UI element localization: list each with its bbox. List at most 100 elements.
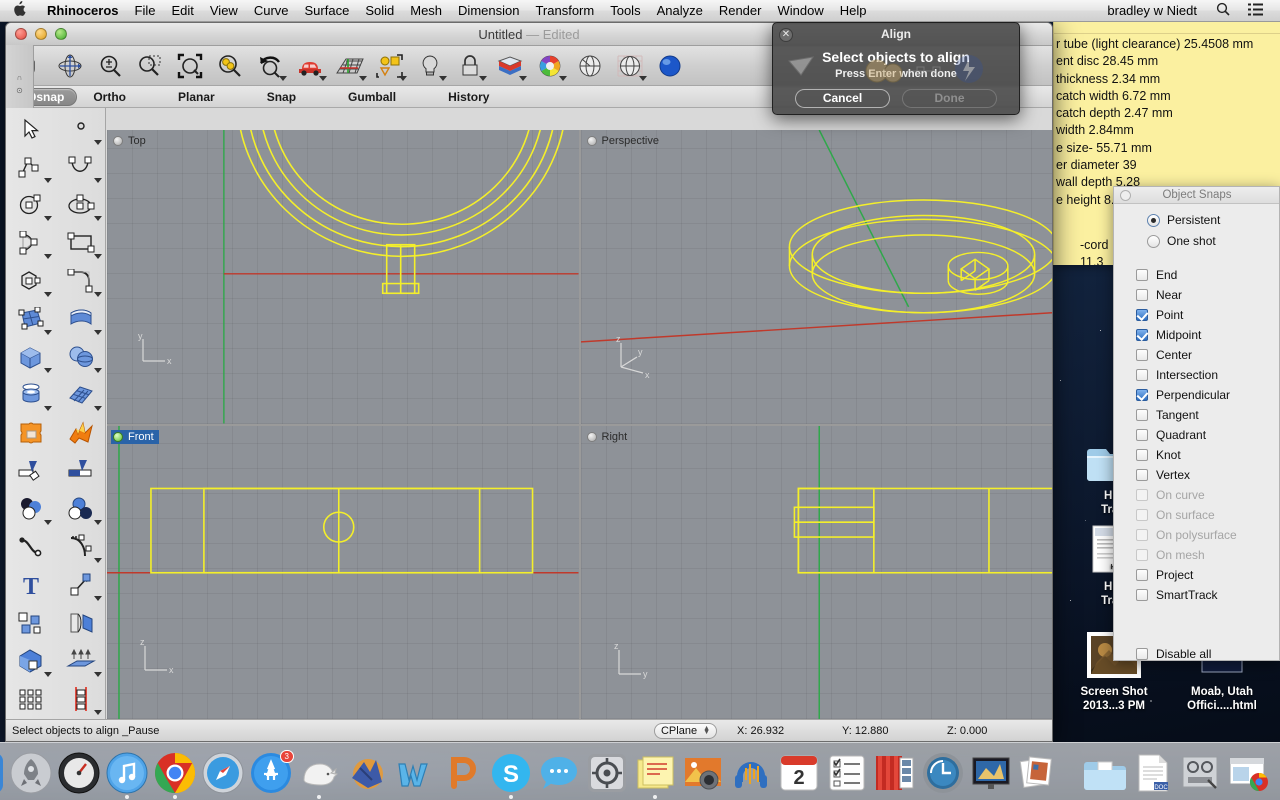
chevron-down-icon[interactable] xyxy=(319,75,327,81)
osnap-checkbox-tangent[interactable]: Tangent xyxy=(1136,405,1279,425)
select-arrow-tool[interactable] xyxy=(6,110,56,148)
osnap-checkbox-project[interactable]: Project xyxy=(1136,565,1279,585)
osnap-mode-persistent[interactable]: Persistent xyxy=(1147,213,1279,227)
menu-tools[interactable]: Tools xyxy=(602,0,648,22)
stepper-icon[interactable]: ▲ ▼ xyxy=(703,725,710,736)
dock-word[interactable] xyxy=(394,752,436,794)
osnap-checkbox-quadrant[interactable]: Quadrant xyxy=(1136,425,1279,445)
chevron-down-icon[interactable] xyxy=(44,672,52,677)
planar-toggle[interactable]: Planar xyxy=(178,90,215,104)
cylinder-solid-tool[interactable] xyxy=(6,376,56,414)
checkbox-icon[interactable] xyxy=(1136,269,1148,281)
checkbox-icon[interactable] xyxy=(1136,569,1148,581)
checkbox-icon[interactable] xyxy=(1136,449,1148,461)
grid-options-tool[interactable] xyxy=(330,47,370,85)
chevron-down-icon[interactable] xyxy=(639,75,647,81)
rendered-display-tool[interactable] xyxy=(650,47,690,85)
dock-itunes[interactable] xyxy=(106,752,148,799)
radio-icon[interactable] xyxy=(1147,213,1160,227)
chevron-down-icon[interactable] xyxy=(94,292,102,297)
boolean-difference-tool[interactable] xyxy=(56,490,106,528)
chevron-down-icon[interactable] xyxy=(94,368,102,373)
polyline-tool[interactable] xyxy=(6,148,56,186)
menu-bar-user-name[interactable]: bradley w Niedt xyxy=(1097,3,1207,18)
dock-stickies[interactable] xyxy=(634,752,676,799)
menu-edit[interactable]: Edit xyxy=(163,0,201,22)
chevron-down-icon[interactable] xyxy=(94,178,102,183)
dock-calendar[interactable]: 2 xyxy=(778,752,820,794)
panel-close-icon[interactable] xyxy=(1120,189,1131,201)
chevron-down-icon[interactable] xyxy=(94,710,102,715)
layer-tool[interactable] xyxy=(490,47,530,85)
ghosted-display-tool[interactable] xyxy=(610,47,650,85)
mesh-tool[interactable] xyxy=(56,376,106,414)
checkbox-icon[interactable] xyxy=(1136,369,1148,381)
curve-tools-tool[interactable] xyxy=(56,528,106,566)
chevron-down-icon[interactable] xyxy=(44,406,52,411)
dock-photo-booth[interactable] xyxy=(874,752,916,794)
viewport-menu-dot-icon[interactable] xyxy=(586,136,597,146)
chevron-down-icon[interactable] xyxy=(44,368,52,373)
osnap-checkbox-intersection[interactable]: Intersection xyxy=(1136,365,1279,385)
osnap-checkbox-disable-all[interactable]: Disable all xyxy=(1136,644,1279,664)
dock-iphoto[interactable] xyxy=(682,752,724,794)
viewport-front[interactable]: Front zx xyxy=(107,425,579,719)
menu-curve[interactable]: Curve xyxy=(246,0,297,22)
menu-view[interactable]: View xyxy=(202,0,246,22)
chevron-down-icon[interactable] xyxy=(44,330,52,335)
named-views-tool[interactable] xyxy=(290,47,330,85)
dock-chrome[interactable] xyxy=(154,752,196,799)
dock-system-preferences[interactable] xyxy=(586,752,628,794)
radio-icon[interactable] xyxy=(1147,234,1160,248)
selection-filter-tool[interactable] xyxy=(370,47,410,85)
menu-analyze[interactable]: Analyze xyxy=(649,0,711,22)
dock-keynote[interactable] xyxy=(970,752,1012,794)
osnap-checkbox-point[interactable]: Point xyxy=(1136,305,1279,325)
viewport-right-label[interactable]: Right xyxy=(585,430,633,444)
sticky-note-header[interactable] xyxy=(1054,22,1280,34)
surface-from-points-tool[interactable] xyxy=(6,300,56,338)
chevron-down-icon[interactable] xyxy=(359,75,367,81)
osnap-checkbox-smarttrack[interactable]: SmartTrack xyxy=(1136,585,1279,605)
chevron-down-icon[interactable] xyxy=(94,558,102,563)
box-solid-tool[interactable] xyxy=(6,338,56,376)
sphere-solid-tool[interactable] xyxy=(56,338,106,376)
close-icon[interactable]: ✕ xyxy=(779,28,793,42)
osnap-checkbox-vertex[interactable]: Vertex xyxy=(1136,465,1279,485)
zoom-extents-tool[interactable] xyxy=(170,47,210,85)
viewport-top[interactable]: Top yx xyxy=(107,130,579,424)
lock-tool[interactable] xyxy=(450,47,490,85)
chevron-down-icon[interactable] xyxy=(44,520,52,525)
menu-window[interactable]: Window xyxy=(769,0,831,22)
zoom-in-out-tool[interactable] xyxy=(90,47,130,85)
chevron-down-icon[interactable] xyxy=(94,672,102,677)
viewport-perspective-label[interactable]: Perspective xyxy=(585,134,664,148)
viewport-perspective[interactable]: Perspective z y x xyxy=(580,130,1052,424)
chevron-down-icon[interactable] xyxy=(399,75,407,81)
extrude-surface-tool[interactable] xyxy=(56,300,106,338)
osnap-checkbox-end[interactable]: End xyxy=(1136,265,1279,285)
viewport-menu-dot-icon[interactable] xyxy=(586,431,597,442)
menu-mesh[interactable]: Mesh xyxy=(402,0,450,22)
chevron-down-icon[interactable] xyxy=(94,140,102,145)
osnap-checkbox-center[interactable]: Center xyxy=(1136,345,1279,365)
chevron-down-icon[interactable] xyxy=(44,292,52,297)
circle-tool[interactable] xyxy=(6,186,56,224)
osnap-checkbox-near[interactable]: Near xyxy=(1136,285,1279,305)
chevron-down-icon[interactable] xyxy=(94,330,102,335)
rotate-view-tool[interactable] xyxy=(50,47,90,85)
chevron-down-icon[interactable] xyxy=(94,520,102,525)
chevron-down-icon[interactable] xyxy=(44,178,52,183)
menu-surface[interactable]: Surface xyxy=(297,0,358,22)
chevron-down-icon[interactable] xyxy=(519,75,527,81)
arc-triangle-tool[interactable] xyxy=(6,224,56,262)
dock-messages[interactable] xyxy=(538,752,580,794)
menu-file[interactable]: File xyxy=(127,0,164,22)
checkbox-icon[interactable] xyxy=(1136,309,1148,321)
osnap-checkbox-midpoint[interactable]: Midpoint xyxy=(1136,325,1279,345)
dock-doc-file[interactable]: DOC xyxy=(1132,752,1174,794)
menu-render[interactable]: Render xyxy=(711,0,770,22)
viewport-menu-dot-icon[interactable] xyxy=(113,431,123,442)
dock-downloads[interactable] xyxy=(1180,752,1222,794)
dock-app-store[interactable]: 3 xyxy=(250,750,294,794)
